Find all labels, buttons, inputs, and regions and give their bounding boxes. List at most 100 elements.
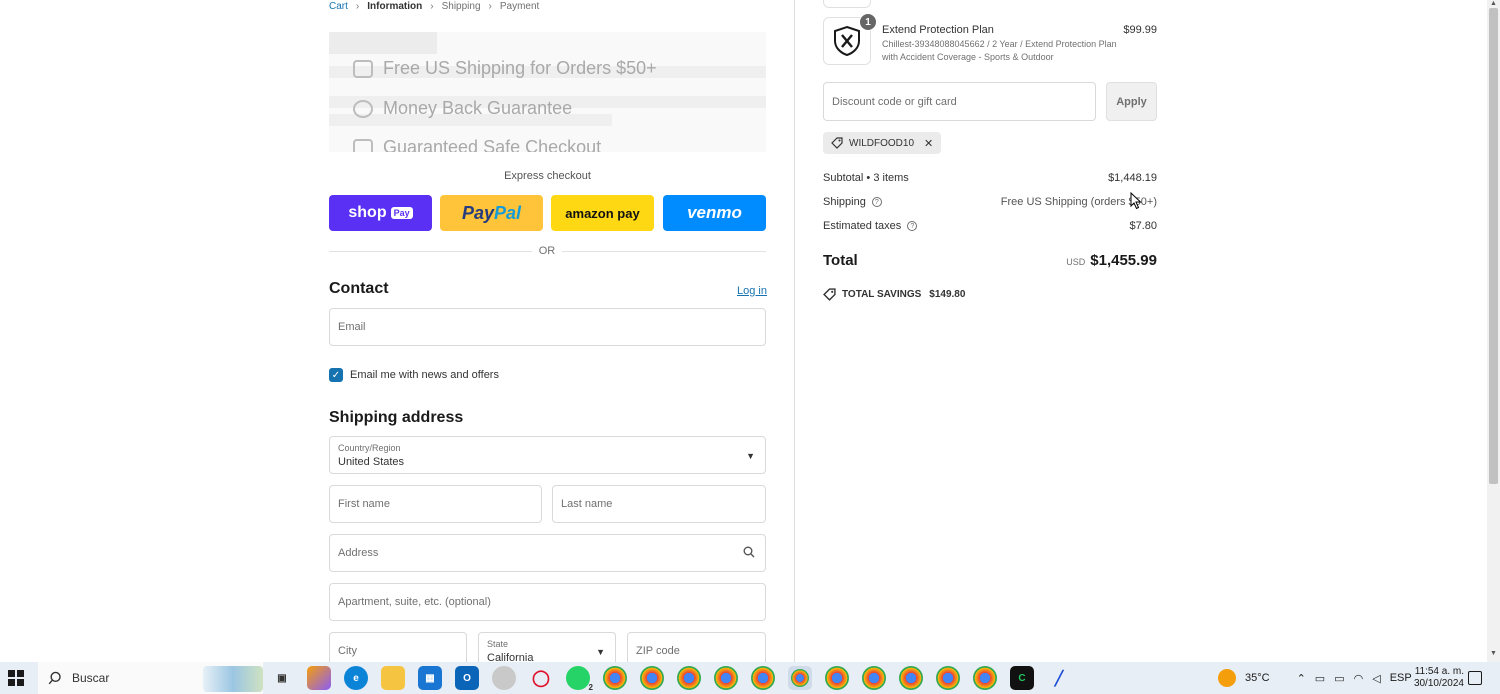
free-shipping-row: Free US Shipping for Orders $50+: [353, 58, 657, 79]
first-name-input[interactable]: [338, 498, 541, 510]
chrome-icon[interactable]: [973, 666, 997, 690]
mouse-cursor-icon: [1130, 192, 1142, 210]
search-icon: [743, 546, 755, 558]
page-scrollbar[interactable]: ▲ ▼: [1487, 0, 1500, 662]
subtotal-value: $1,448.19: [1108, 172, 1157, 184]
edge-icon[interactable]: e: [344, 666, 368, 690]
total-value-group: USD $1,455.99: [1066, 252, 1157, 269]
email-input[interactable]: [338, 321, 765, 333]
subtotal-label: Subtotal • 3 items: [823, 172, 909, 184]
chevron-right-icon: ›: [355, 0, 360, 12]
email-field[interactable]: [329, 308, 766, 346]
venmo-button[interactable]: venmo: [663, 195, 766, 231]
wifi-icon[interactable]: ◠: [1354, 672, 1364, 685]
zip-input[interactable]: [636, 645, 765, 657]
chrome-icon[interactable]: [751, 666, 775, 690]
safe-checkout-row: Guaranteed Safe Checkout: [353, 137, 601, 152]
banner-placeholder: [329, 32, 437, 54]
chrome-icon-active[interactable]: [788, 666, 812, 690]
lock-icon: [353, 138, 373, 152]
task-view-icon[interactable]: ▣: [270, 666, 294, 690]
copilot-icon[interactable]: [307, 666, 331, 690]
chrome-icon[interactable]: [825, 666, 849, 690]
discount-code: WILDFOOD10: [849, 137, 915, 149]
store-icon[interactable]: ▦: [418, 666, 442, 690]
scroll-up-icon[interactable]: ▲: [1490, 0, 1497, 7]
chrome-icon[interactable]: [677, 666, 701, 690]
volume-icon[interactable]: ◁: [1372, 672, 1380, 685]
tag-icon: [823, 288, 836, 301]
address-field[interactable]: [329, 534, 766, 572]
meet-icon[interactable]: ▭: [1315, 672, 1325, 685]
address-input[interactable]: [338, 547, 765, 559]
windows-start-icon[interactable]: [8, 670, 24, 686]
shipping-label: Shipping ?: [823, 196, 882, 208]
chevron-down-icon: ▼: [596, 647, 605, 657]
info-icon[interactable]: ?: [907, 221, 918, 231]
chrome-icon[interactable]: [899, 666, 923, 690]
chrome-icon[interactable]: [714, 666, 738, 690]
check-icon: ✓: [331, 369, 341, 381]
last-name-field[interactable]: [552, 485, 766, 523]
terminal-icon[interactable]: C: [1010, 666, 1034, 690]
chevron-right-icon: ›: [430, 0, 434, 12]
contact-title: Contact: [329, 280, 389, 297]
or-label: OR: [532, 245, 562, 257]
info-icon[interactable]: ?: [871, 197, 882, 207]
amazon-pay-button[interactable]: amazon pay: [551, 195, 654, 231]
remove-code-icon[interactable]: ✕: [924, 137, 933, 150]
clock[interactable]: 11:54 a. m. 30/10/2024: [1404, 666, 1464, 690]
city-input[interactable]: [338, 645, 466, 657]
quantity-badge: 1: [859, 13, 877, 31]
battery-icon[interactable]: ▭: [1334, 672, 1344, 685]
chrome-icon[interactable]: [936, 666, 960, 690]
apartment-input[interactable]: [338, 596, 765, 608]
taxes-value: $7.80: [1129, 220, 1157, 232]
whatsapp-icon[interactable]: 2: [566, 666, 593, 692]
item-description: Chillest-39348088045662 / 2 Year / Exten…: [882, 39, 1117, 62]
discount-code-chip: WILDFOOD10 ✕: [823, 132, 942, 154]
login-link[interactable]: Log in: [737, 285, 767, 297]
country-value: United States: [338, 456, 405, 468]
breadcrumb-cart[interactable]: Cart: [329, 1, 348, 12]
first-name-field[interactable]: [329, 485, 542, 523]
scrollbar-thumb[interactable]: [1489, 8, 1498, 484]
tag-icon: [831, 137, 843, 149]
notification-icon[interactable]: [1468, 671, 1482, 685]
breadcrumb-information: Information: [367, 0, 423, 12]
chrome-icon[interactable]: [603, 666, 627, 690]
shop-pay-button[interactable]: shop Pay: [329, 195, 432, 231]
pen-icon[interactable]: ╱: [1047, 666, 1071, 690]
taskbar: Buscar ▣ e ▦ O ◯ 2 C ╱ 35°C ⌃ ▭ ▭ ◠ ◁ ES…: [0, 662, 1500, 694]
newsletter-checkbox[interactable]: ✓: [329, 368, 343, 382]
previous-item-thumbnail: [823, 0, 871, 8]
opera-icon[interactable]: ◯: [529, 666, 553, 690]
money-icon: [353, 99, 373, 118]
app-icon[interactable]: [492, 666, 516, 690]
discount-field[interactable]: [823, 82, 1096, 121]
apply-button[interactable]: Apply: [1106, 82, 1157, 121]
truck-icon: [353, 59, 373, 78]
chevron-up-icon[interactable]: ⌃: [1297, 672, 1306, 685]
scroll-down-icon[interactable]: ▼: [1490, 650, 1497, 657]
paypal-button[interactable]: Pay Pal: [440, 195, 543, 231]
chrome-icon[interactable]: [640, 666, 664, 690]
chevron-down-icon: ▼: [746, 451, 755, 461]
outlook-icon[interactable]: O: [455, 666, 479, 690]
taskbar-search[interactable]: Buscar: [38, 662, 263, 694]
total-savings: TOTAL SAVINGS $149.80: [823, 288, 965, 301]
state-label: State: [487, 639, 509, 649]
apartment-field[interactable]: [329, 583, 766, 621]
breadcrumb-payment: Payment: [499, 0, 540, 12]
country-select[interactable]: Country/Region United States ▼: [329, 436, 766, 474]
weather-icon[interactable]: [1218, 669, 1236, 687]
last-name-input[interactable]: [561, 498, 765, 510]
newsletter-label: Email me with news and offers: [350, 369, 499, 381]
country-label: Country/Region: [338, 443, 401, 453]
discount-input[interactable]: [832, 95, 1095, 108]
chrome-icon[interactable]: [862, 666, 886, 690]
file-explorer-icon[interactable]: [381, 666, 405, 690]
search-highlight-image: [203, 666, 263, 692]
search-icon: [48, 671, 61, 685]
money-back-row: Money Back Guarantee: [353, 98, 572, 119]
